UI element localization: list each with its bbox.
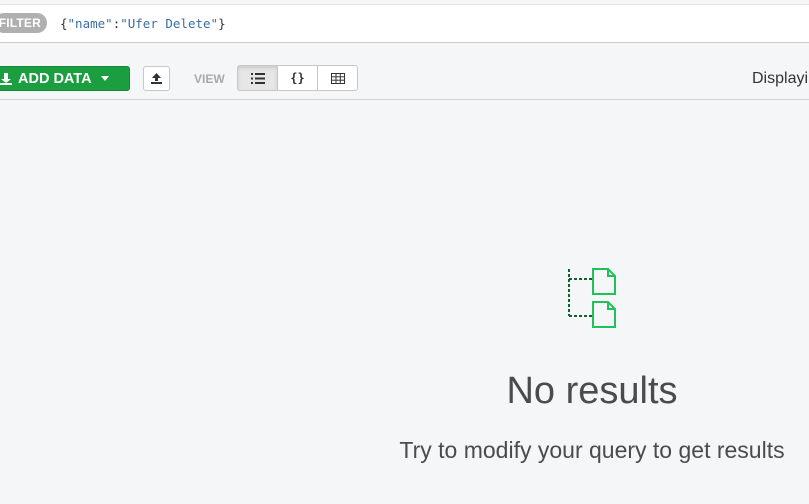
filter-label: FILTER xyxy=(0,13,47,33)
no-documents-icon xyxy=(568,268,616,328)
view-label: VIEW xyxy=(194,72,225,86)
list-view-button[interactable] xyxy=(237,65,278,91)
chevron-down-icon xyxy=(100,76,109,81)
braces-icon: {} xyxy=(290,71,305,85)
displaying-count-text: Displayi xyxy=(752,70,809,87)
export-button[interactable] xyxy=(143,66,170,91)
view-toggle-group: {} xyxy=(237,65,358,91)
query-key: "name" xyxy=(67,16,113,31)
upload-icon xyxy=(151,73,162,84)
no-results-title: No results xyxy=(506,370,678,412)
list-icon xyxy=(250,72,265,84)
query-close-brace: } xyxy=(218,16,226,31)
query-open-brace: { xyxy=(60,16,68,31)
filter-bar[interactable]: FILTER {"name":"Ufer Delete"} xyxy=(0,5,809,43)
add-data-button[interactable]: ADD DATA xyxy=(0,66,130,91)
filter-query-input[interactable]: {"name":"Ufer Delete"} xyxy=(60,16,226,31)
json-view-button[interactable]: {} xyxy=(277,65,318,91)
add-data-label: ADD DATA xyxy=(18,70,92,87)
query-value: "Ufer Delete" xyxy=(120,16,219,31)
table-icon xyxy=(330,72,345,84)
no-results-hint: Try to modify your query to get results xyxy=(399,437,785,463)
download-icon xyxy=(0,72,12,85)
documents-toolbar: ADD DATA VIEW {} Displayi xyxy=(0,58,809,100)
table-view-button[interactable] xyxy=(317,65,358,91)
